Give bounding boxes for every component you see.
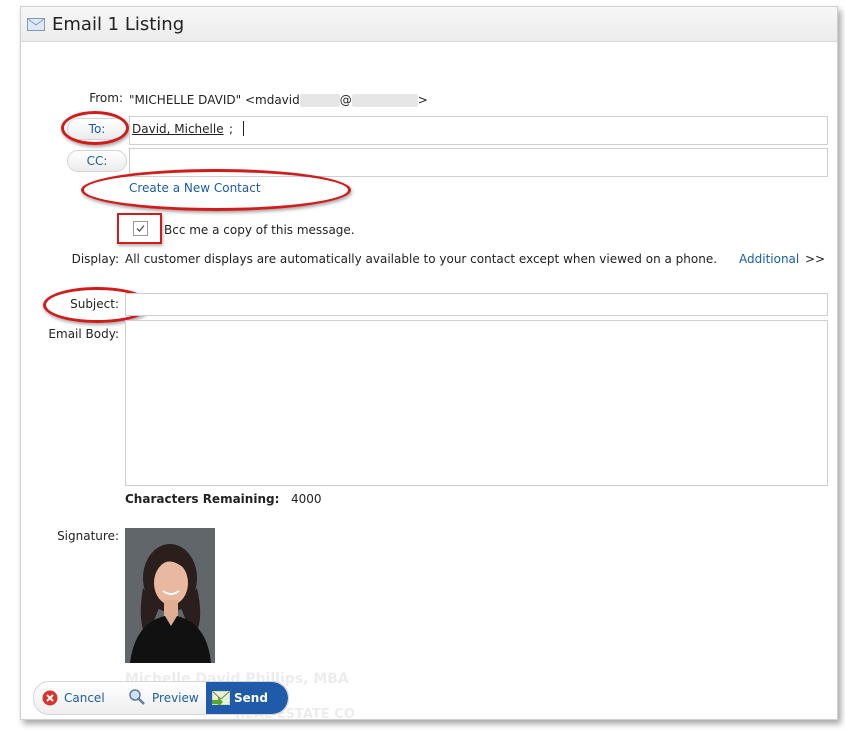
annotation-bcc-box	[117, 213, 162, 244]
bcc-label: Bcc me a copy of this message.	[164, 223, 355, 237]
email-body-textarea[interactable]	[125, 320, 828, 486]
display-text: All customer displays are automatically …	[125, 252, 718, 266]
portrait-image	[125, 528, 215, 663]
characters-remaining-label: Characters Remaining:	[125, 492, 280, 506]
from-label: From:	[89, 91, 123, 105]
annotation-create-contact-circle	[81, 169, 351, 211]
to-recipient[interactable]: David, Michelle	[132, 122, 224, 136]
cancel-button[interactable]: Cancel	[34, 682, 122, 714]
from-value-at: @	[339, 93, 352, 107]
preview-magnifier-icon	[129, 689, 145, 705]
title-bar: Email 1 Listing	[21, 7, 837, 42]
send-envelope-icon	[212, 691, 230, 705]
envelope-icon	[27, 18, 45, 31]
send-button-label: Send	[234, 691, 268, 705]
additional-chevron[interactable]: >>	[805, 252, 825, 266]
annotation-to-circle	[61, 111, 129, 145]
cancel-icon	[42, 690, 58, 706]
text-cursor	[243, 121, 244, 136]
from-value-prefix: "MICHELLE DAVID" <mdavid	[129, 93, 300, 107]
email-body-label: Email Body:	[48, 327, 119, 341]
signature-photo	[125, 528, 215, 663]
signature-label: Signature:	[57, 529, 119, 543]
to-field[interactable]: David, Michelle ;	[129, 116, 828, 145]
action-button-bar: Cancel Preview Send	[33, 681, 289, 715]
redacted-text	[299, 94, 340, 107]
dialog-title: Email 1 Listing	[52, 14, 185, 35]
redacted-text	[351, 94, 418, 107]
email-listing-dialog: Email 1 Listing From: "MICHELLE DAVID" <…	[20, 6, 838, 720]
subject-input[interactable]	[125, 293, 828, 316]
preview-button[interactable]: Preview	[122, 682, 206, 714]
to-separator: ;	[229, 122, 234, 136]
send-button[interactable]: Send	[206, 682, 288, 714]
cancel-button-label: Cancel	[64, 691, 105, 705]
characters-remaining-value: 4000	[291, 492, 322, 506]
from-value: "MICHELLE DAVID" <mdavid @ >	[129, 93, 428, 107]
additional-link[interactable]: Additional	[739, 252, 799, 266]
cc-button[interactable]: CC:	[67, 150, 127, 172]
preview-button-label: Preview	[152, 691, 199, 705]
from-value-suffix: >	[417, 93, 428, 107]
display-label: Display:	[71, 252, 119, 266]
